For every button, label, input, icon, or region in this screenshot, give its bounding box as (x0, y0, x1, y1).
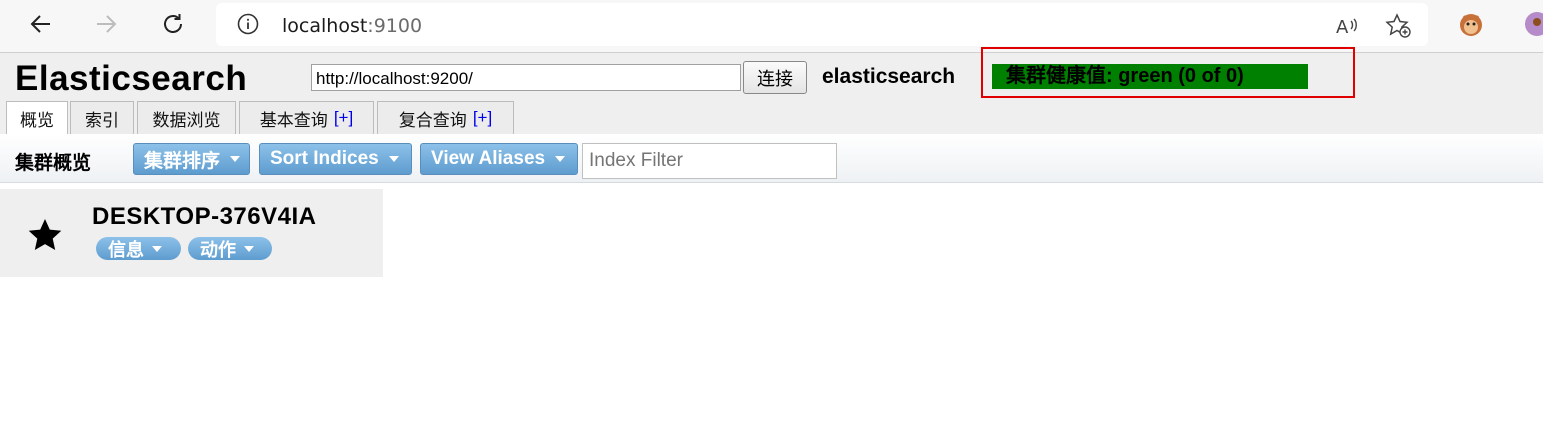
url-host: localhost (282, 15, 368, 37)
tab-label: 基本查询 (259, 110, 328, 130)
tab-label: 概览 (20, 111, 54, 130)
url-text[interactable]: localhost:9100 (282, 15, 422, 37)
annotation-highlight-box (981, 47, 1355, 98)
profile-avatar-icon[interactable] (1522, 9, 1543, 39)
chevron-down-icon (244, 245, 254, 252)
chevron-down-icon (388, 156, 399, 162)
add-favorite-icon[interactable] (1384, 12, 1412, 40)
chevron-down-icon (555, 156, 566, 162)
view-aliases-dropdown[interactable]: View Aliases (420, 143, 578, 175)
add-query-link[interactable]: [+] (334, 108, 353, 128)
browser-toolbar: localhost:9100 A (0, 0, 1543, 52)
sort-cluster-dropdown[interactable]: 集群排序 (133, 143, 250, 175)
app-brand: Elasticsearch (15, 59, 248, 98)
node-action-button[interactable]: 动作 (188, 237, 272, 260)
address-bar[interactable]: localhost:9100 A (216, 3, 1428, 46)
cluster-url-input[interactable]: http://localhost:9200/ (311, 64, 741, 91)
dropdown-label: 集群排序 (144, 150, 221, 172)
connect-button[interactable]: 连接 (743, 61, 807, 94)
monkey-extension-icon[interactable] (1456, 9, 1486, 39)
star-icon (28, 219, 62, 250)
tab-indices[interactable]: 索引 (70, 101, 134, 134)
reload-icon (164, 14, 182, 33)
es-head-app: Elasticsearch http://localhost:9200/ 连接 … (0, 47, 1543, 439)
node-name: DESKTOP-376V4IA (92, 203, 317, 230)
node-card: DESKTOP-376V4IA 信息 动作 (0, 189, 383, 277)
url-port: :9100 (367, 15, 423, 37)
tab-browser[interactable]: 数据浏览 (137, 101, 236, 134)
info-icon[interactable] (237, 13, 259, 35)
sort-indices-dropdown[interactable]: Sort Indices (259, 143, 412, 175)
tab-label: 索引 (85, 110, 119, 130)
tab-label: 复合查询 (398, 110, 467, 130)
button-label: 信息 (108, 239, 144, 260)
forward-arrow-icon (97, 15, 117, 33)
tab-basic-query[interactable]: 基本查询 [+] (239, 101, 374, 134)
chevron-down-icon (230, 156, 241, 162)
node-info-button[interactable]: 信息 (96, 237, 181, 260)
app-header: Elasticsearch http://localhost:9200/ 连接 … (0, 47, 1543, 135)
reload-button[interactable] (155, 6, 191, 42)
tab-label: 数据浏览 (152, 110, 221, 130)
tab-compound-query[interactable]: 复合查询 [+] (377, 101, 514, 134)
tab-overview[interactable]: 概览 (6, 101, 68, 135)
overview-toolbar: 集群概览 集群排序 Sort Indices View Aliases Inde… (0, 134, 1543, 183)
back-button[interactable] (23, 6, 59, 42)
dropdown-label: View Aliases (431, 148, 546, 169)
svg-text:A: A (1336, 17, 1349, 38)
forward-button[interactable] (88, 6, 124, 42)
index-filter-input[interactable]: Index Filter (582, 143, 837, 179)
dropdown-label: Sort Indices (270, 148, 379, 169)
button-label: 动作 (200, 239, 236, 260)
add-query-link[interactable]: [+] (473, 108, 492, 128)
back-arrow-icon (30, 15, 50, 33)
read-aloud-icon[interactable]: A (1333, 12, 1361, 40)
cluster-name: elasticsearch (822, 65, 956, 88)
toolbar-title: 集群概览 (15, 153, 92, 174)
chevron-down-icon (152, 245, 162, 252)
